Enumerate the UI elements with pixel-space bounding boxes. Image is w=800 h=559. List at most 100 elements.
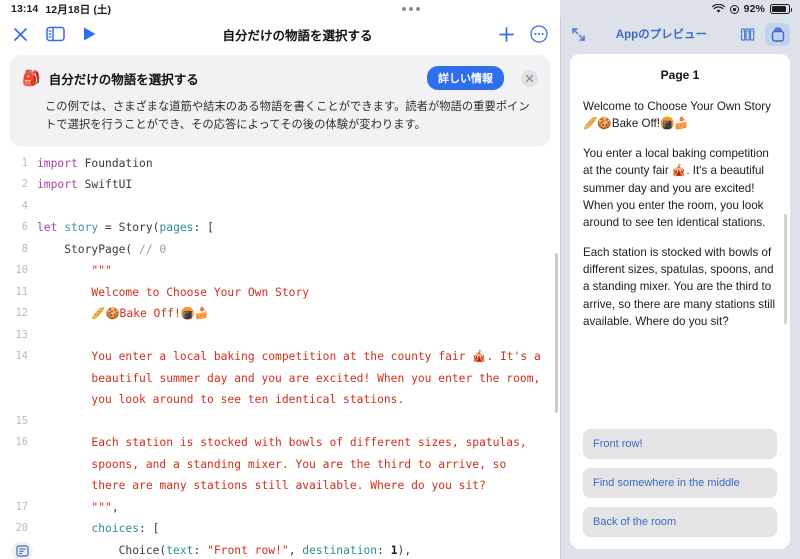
line-number: 8 [21, 242, 28, 255]
info-banner-body: この例では、さまざまな道筋や結末のある物語を書くことができます。読者が物語の重要… [45, 101, 530, 132]
code-line-text: you look around to see ten identical sta… [37, 389, 560, 411]
code-line-text [37, 411, 560, 433]
code-token: import [37, 178, 85, 192]
line-number: 17 [15, 500, 28, 513]
line-number: 16 [15, 436, 28, 449]
preview-spacer [583, 343, 777, 429]
wifi-icon [711, 4, 725, 14]
code-line[interactable]: 17 """, [0, 497, 560, 519]
clock: 13:14 [11, 3, 39, 15]
code-line-text: StoryPage( // 0 [37, 239, 560, 261]
preview-paragraph: Welcome to Choose Your Own Story 🥖🍪Bake … [583, 100, 771, 131]
code-token: Foundation [84, 156, 153, 170]
code-token: Story [118, 221, 153, 235]
code-token: : [ [139, 522, 160, 536]
preview-choice-button[interactable]: Front row! [583, 429, 777, 459]
code-line[interactable]: 16 Each station is stocked with bowls of… [0, 432, 560, 454]
backpack-emoji-icon: 🎒 [22, 69, 41, 87]
preview-choices: Front row! Find somewhere in the middle Ba… [583, 429, 777, 537]
line-number: 14 [15, 350, 28, 363]
code-line[interactable]: 10 """ [0, 260, 560, 282]
code-line[interactable]: 4 [0, 196, 560, 218]
document-note-icon[interactable] [11, 540, 33, 559]
code-line[interactable]: 20 choices: [ [0, 518, 560, 540]
plus-icon[interactable] [498, 26, 515, 43]
preview-paragraph: Each station is stocked with bowls of di… [583, 246, 776, 328]
line-number: 11 [15, 285, 28, 298]
location-icon [729, 4, 739, 14]
code-token: text [166, 543, 194, 557]
books-icon[interactable] [736, 23, 761, 46]
line-number: 13 [15, 328, 28, 341]
expand-diagonal-icon[interactable] [570, 26, 587, 43]
code-line-text: spoons, and a standing mixer. You are th… [37, 454, 560, 476]
status-bar-right: 92% [711, 3, 800, 15]
preview-paragraphs: Welcome to Choose Your Own Story 🥖🍪Bake … [583, 98, 777, 343]
preview-card: Page 1 Welcome to Choose Your Own Story … [570, 54, 790, 549]
more-info-button[interactable]: 詳しい情報 [427, 66, 504, 90]
code-line[interactable]: there are many stations still available.… [0, 475, 560, 497]
close-icon[interactable] [12, 26, 29, 43]
code-token: Each station is stocked with bowls of di… [37, 436, 527, 450]
code-line-text: let story = Story(pages: [ [37, 217, 560, 239]
code-line[interactable]: 6 let story = Story(pages: [ [0, 217, 560, 239]
code-token: """ [91, 264, 112, 278]
code-line[interactable]: 8 StoryPage( // 0 [0, 239, 560, 261]
status-bar: 13:14 12月18日 (土) 92% [0, 0, 800, 18]
editor-scrollbar[interactable] [555, 252, 558, 413]
code-line[interactable]: Choice(text: "Front row!", destination: … [0, 540, 560, 559]
sidebar-toggle-icon[interactable] [46, 26, 65, 42]
code-line[interactable]: 15 [0, 411, 560, 433]
code-line[interactable]: spoons, and a standing mixer. You are th… [0, 454, 560, 476]
preview-choice-button[interactable]: Find somewhere in the middle [583, 468, 777, 498]
code-token: ), [397, 543, 412, 557]
code-token: spoons, and a standing mixer. You are th… [37, 457, 507, 471]
multitasking-dots-icon[interactable] [402, 7, 421, 11]
code-line[interactable]: 11 Welcome to Choose Your Own Story [0, 282, 560, 304]
app-screen: 13:14 12月18日 (土) 92% 自分だけの物語を選択する 🎒 自分だけ… [0, 0, 800, 559]
code-line-text: """ [37, 260, 560, 282]
info-banner: 🎒 自分だけの物語を選択する 詳しい情報 この例では、さまざまな道筋や結末のある… [10, 55, 550, 147]
banner-close-icon[interactable] [521, 69, 538, 87]
code-token: choices [91, 522, 140, 536]
code-line[interactable]: 2 import SwiftUI [0, 174, 560, 196]
code-lines: 1 import Foundation 2 import SwiftUI 4 6 let … [0, 153, 560, 559]
code-line[interactable]: 12 🥖🍪Bake Off!🍘🍰 [0, 303, 560, 325]
app-preview-icon[interactable] [765, 22, 790, 46]
code-line[interactable]: 1 import Foundation [0, 153, 560, 175]
editor-toolbar: 自分だけの物語を選択する [0, 18, 560, 50]
code-token: """ [91, 500, 112, 514]
code-line[interactable]: 13 [0, 325, 560, 347]
code-token: Choice( [37, 543, 167, 557]
preview-page-title: Page 1 [660, 68, 700, 82]
preview-scrollbar[interactable] [784, 214, 787, 324]
code-line-text: 🥖🍪Bake Off!🍘🍰 [37, 303, 560, 325]
status-bar-left: 13:14 12月18日 (土) [0, 2, 111, 17]
code-token: story [64, 221, 99, 235]
play-icon[interactable] [82, 26, 97, 42]
code-line-text: import SwiftUI [37, 174, 560, 196]
code-editor[interactable]: 1 import Foundation 2 import SwiftUI 4 6 let … [0, 152, 560, 559]
ellipsis-circle-icon[interactable] [530, 25, 548, 43]
line-number: 15 [15, 414, 28, 427]
code-line-text [37, 325, 560, 347]
editor-pane: 自分だけの物語を選択する 🎒 自分だけの物語を選択する 詳しい情報 この例では、… [0, 0, 560, 559]
line-number: 20 [15, 522, 28, 535]
preview-title: Appのプレビュー [615, 29, 708, 41]
code-token: let [37, 221, 65, 235]
code-line[interactable]: you look around to see ten identical sta… [0, 389, 560, 411]
code-line-text: Welcome to Choose Your Own Story [37, 282, 560, 304]
code-line[interactable]: 14 You enter a local baking competition … [0, 346, 560, 368]
line-number: 12 [15, 307, 28, 320]
code-line[interactable]: beautiful summer day and you are excited… [0, 368, 560, 390]
line-number: 6 [21, 221, 28, 234]
code-token: : [ [193, 221, 214, 235]
code-token: You enter a local baking competition at … [37, 350, 541, 364]
code-line-text [37, 196, 560, 218]
code-token: there are many stations still available.… [37, 479, 486, 493]
code-line-text: beautiful summer day and you are excited… [37, 368, 560, 390]
preview-choice-button[interactable]: Back of the room [583, 507, 777, 537]
pane-divider[interactable] [560, 18, 561, 559]
